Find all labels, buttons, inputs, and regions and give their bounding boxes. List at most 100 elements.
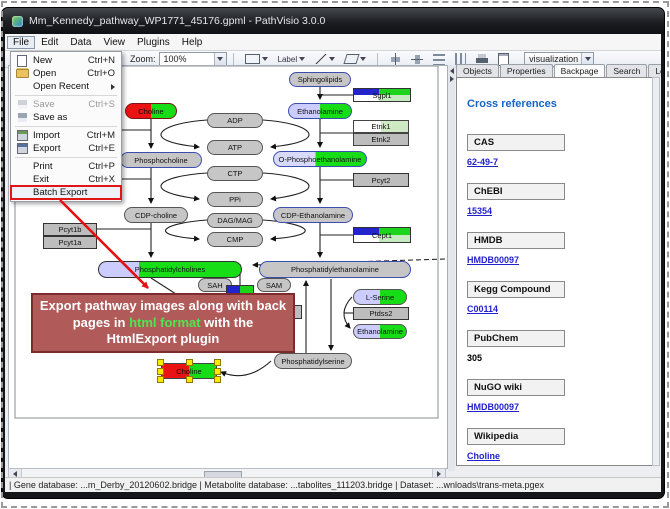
callout-highlight: html format [129, 315, 201, 330]
menu-view[interactable]: View [97, 36, 131, 49]
menu-data[interactable]: Data [64, 36, 97, 49]
file-menu-item-save: SaveCtrl+S [11, 98, 121, 111]
tab-objects[interactable]: Objects [456, 64, 499, 77]
node-ptdss2[interactable]: Ptdss2 [353, 307, 409, 320]
import-icon [17, 130, 28, 141]
xref-database-header: PubChem [467, 330, 565, 347]
xref-database-header: Kegg Compound [467, 281, 565, 298]
align-center-button[interactable] [386, 52, 404, 66]
menu-item-label: Open Recent [33, 81, 111, 92]
node-etnk2[interactable]: Etnk2 [353, 133, 409, 146]
tab-properties[interactable]: Properties [500, 64, 553, 77]
file-menu-item-open-recent[interactable]: Open Recent [11, 80, 121, 93]
selection-handle-n[interactable] [186, 359, 193, 366]
node-cdp-choline[interactable]: CDP-choline [124, 207, 188, 223]
selection-handle-sw[interactable] [157, 376, 164, 383]
collapse-right-icon[interactable] [450, 76, 454, 82]
node-atp[interactable]: ATP [207, 140, 263, 155]
file-menu-item-open[interactable]: OpenCtrl+O [11, 67, 121, 80]
align-middle-button[interactable] [408, 52, 426, 66]
node-o-phosphoethanolamine[interactable]: O-Phosphoethanolamine [273, 151, 367, 167]
menu-item-label: New [33, 55, 88, 66]
menu-item-shortcut: Ctrl+X [88, 174, 115, 185]
cross-references-heading: Cross references [467, 98, 642, 110]
tab-search[interactable]: Search [606, 64, 647, 77]
distribute-horizontal-button[interactable] [430, 53, 448, 66]
xref-id-link[interactable]: 15354 [467, 206, 642, 216]
node-pcyt1b[interactable]: Pcyt1b [43, 223, 97, 236]
menu-help[interactable]: Help [176, 36, 209, 49]
node-phosphatidylserine[interactable]: Phosphatidylserine [274, 353, 352, 369]
node-sphingolipids[interactable]: Sphingolipids [289, 72, 351, 87]
selection-handle-se[interactable] [214, 376, 221, 383]
node-cmp[interactable]: CMP [207, 232, 263, 247]
selection-handle-nw[interactable] [157, 359, 164, 366]
selection-handle-ne[interactable] [214, 359, 221, 366]
xref-id-link[interactable]: HMDB00097 [467, 255, 642, 265]
file-menu-item-print[interactable]: PrintCtrl+P [11, 160, 121, 173]
open-icon [16, 69, 29, 78]
zoom-dropdown-icon[interactable] [214, 53, 226, 66]
side-panel: ObjectsPropertiesBackpageSearchLegend Cr… [456, 62, 660, 466]
node-pcyt1a[interactable]: Pcyt1a [43, 236, 97, 249]
file-menu-item-batch-export[interactable]: Batch Export [11, 186, 121, 199]
tab-legend[interactable]: Legend [648, 64, 661, 77]
menu-plugins[interactable]: Plugins [131, 36, 176, 49]
tab-backpage[interactable]: Backpage [554, 64, 606, 78]
node-choline-selected[interactable]: Choline [161, 363, 217, 379]
vertical-scrollbar[interactable] [652, 77, 660, 466]
node-phosphatidylethanolamine[interactable]: Phosphatidylethanolamine [259, 261, 411, 278]
menu-separator [15, 126, 117, 127]
chevron-down-icon[interactable] [360, 57, 366, 61]
menu-item-label: Save as [33, 112, 115, 123]
menu-item-label: Save [33, 99, 88, 110]
file-menu-item-export[interactable]: ExportCtrl+E [11, 142, 121, 155]
menu-file[interactable]: File [7, 36, 35, 49]
node-pcyt2[interactable]: Pcyt2 [353, 173, 409, 187]
menu-item-label: Print [33, 161, 88, 172]
collapse-left-icon[interactable] [450, 68, 454, 74]
menu-item-label: Export [33, 143, 88, 154]
node-dag-mag[interactable]: DAG/MAG [207, 213, 263, 228]
menu-item-shortcut: Ctrl+O [87, 68, 115, 79]
chevron-down-icon[interactable] [329, 57, 335, 61]
node-ethanolamine-2[interactable]: Ethanolamine [353, 324, 407, 339]
node-sam[interactable]: SAM [257, 278, 291, 292]
gene-product-button[interactable] [242, 53, 271, 65]
node-phosphocholine[interactable]: Phosphocholine [120, 152, 202, 168]
xref-id-link[interactable]: Choline [467, 451, 642, 461]
xref-id-link[interactable]: HMDB00097 [467, 402, 642, 412]
xref-id-link[interactable]: C00114 [467, 304, 642, 314]
node-etnk1[interactable]: Etnk1 [353, 120, 409, 133]
node-l-serine[interactable]: L-Serine [353, 289, 407, 305]
panel-splitter[interactable] [448, 65, 455, 471]
backpage-panel: Cross references CAS62-49-7ChEBI15354HMD… [456, 77, 653, 466]
label-button[interactable]: Label [275, 54, 309, 65]
save-icon [18, 113, 27, 122]
menu-item-label: Open [33, 68, 87, 79]
node-ppi[interactable]: PPi [207, 192, 263, 207]
node-sgpl1[interactable]: Sgpl1 [353, 88, 411, 102]
xref-id-link[interactable]: 62-49-7 [467, 157, 642, 167]
menu-item-shortcut: Ctrl+P [88, 161, 115, 172]
node-cept1[interactable]: Cept1 [353, 227, 411, 243]
node-adp[interactable]: ADP [207, 113, 263, 128]
selection-handle-s[interactable] [186, 376, 193, 383]
node-ethanolamine[interactable]: Ethanolamine [288, 103, 352, 119]
file-menu-item-save-as[interactable]: Save as [11, 111, 121, 124]
menu-separator [15, 95, 117, 96]
menu-edit[interactable]: Edit [35, 36, 64, 49]
selection-handle-e[interactable] [214, 368, 221, 375]
node-phosphatidylcholines[interactable]: Phosphatidylcholines [98, 261, 242, 278]
file-menu-item-import[interactable]: ImportCtrl+M [11, 129, 121, 142]
line-button[interactable] [312, 53, 338, 65]
file-menu-item-new[interactable]: NewCtrl+N [11, 54, 121, 67]
chevron-down-icon[interactable] [299, 57, 305, 61]
file-menu-item-exit[interactable]: ExitCtrl+X [11, 173, 121, 186]
node-choline[interactable]: Choline [125, 103, 177, 119]
shape-button[interactable] [342, 53, 369, 65]
node-cdp-ethanolamine[interactable]: CDP-Ethanolamine [273, 207, 353, 223]
chevron-down-icon[interactable] [262, 57, 268, 61]
node-ctp[interactable]: CTP [207, 166, 263, 181]
selection-handle-w[interactable] [157, 368, 164, 375]
